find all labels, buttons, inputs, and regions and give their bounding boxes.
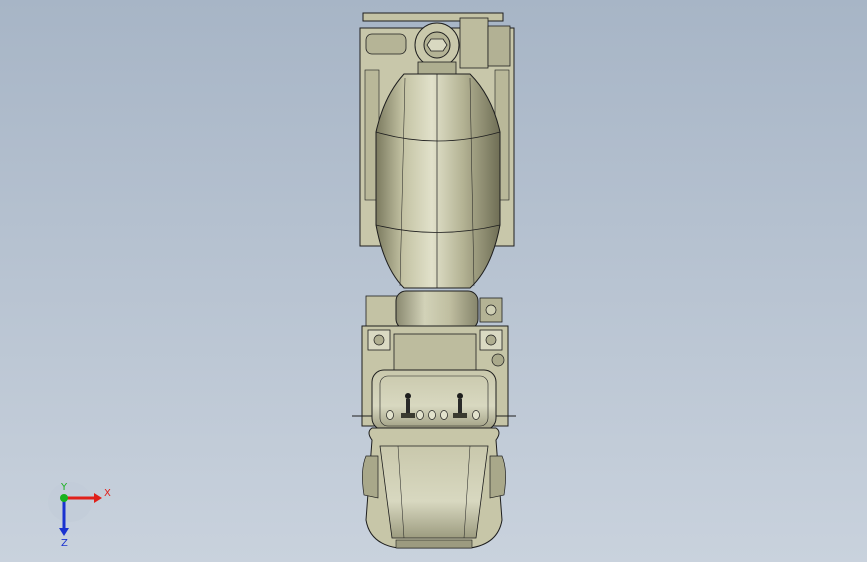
y-axis-label: Y [60, 482, 68, 493]
hopper [414, 22, 460, 75]
cab-roof [371, 369, 497, 431]
orientation-triad: X Y Z [48, 482, 111, 549]
3d-model-viewport[interactable] [0, 0, 867, 562]
front-cab [362, 427, 506, 549]
y-axis-dot-icon [60, 494, 68, 502]
drum-front-support [365, 290, 503, 330]
mixer-drum [375, 73, 501, 289]
x-axis-label: X [104, 488, 111, 499]
z-axis-label: Z [61, 538, 68, 549]
